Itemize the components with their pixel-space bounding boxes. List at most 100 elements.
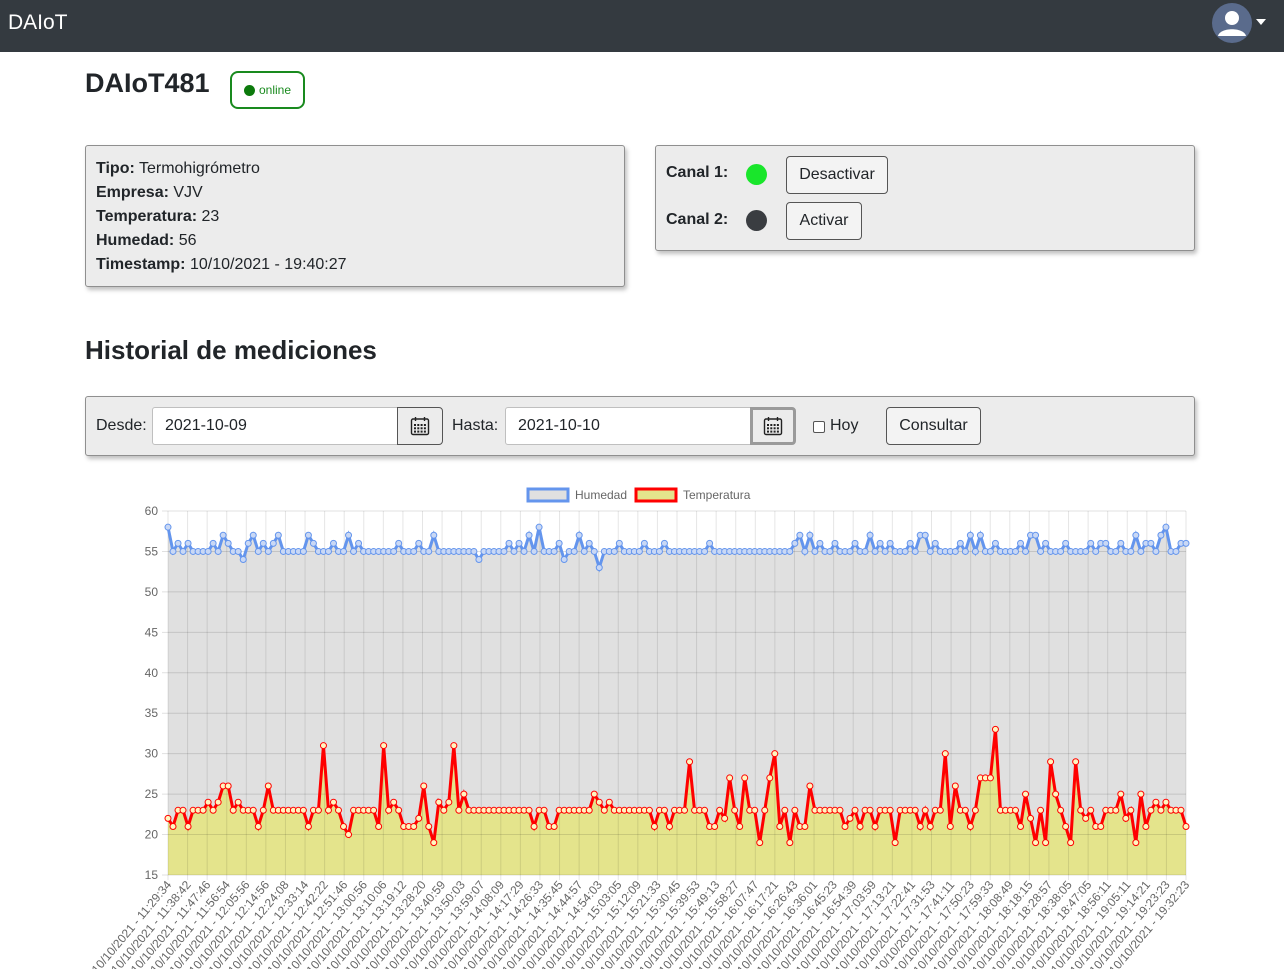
data-point <box>550 822 558 830</box>
data-point <box>1072 758 1080 766</box>
data-point <box>425 822 433 830</box>
data-point <box>1102 539 1110 547</box>
info-value: 23 <box>201 208 220 225</box>
data-point <box>600 806 608 814</box>
data-point <box>335 806 342 814</box>
data-point <box>1082 547 1090 555</box>
data-point <box>951 782 959 790</box>
data-point <box>385 806 393 814</box>
hoy-checkbox[interactable] <box>813 421 825 433</box>
data-point <box>1112 547 1120 555</box>
y-tick-label: 25 <box>145 787 159 801</box>
data-point <box>660 806 668 814</box>
data-point <box>635 547 643 555</box>
data-point <box>791 539 799 547</box>
data-point <box>209 539 217 547</box>
channel-1-toggle-button[interactable]: Desactivar <box>786 156 888 194</box>
data-point <box>1122 814 1130 822</box>
data-point <box>395 806 403 814</box>
data-point <box>911 806 919 814</box>
desde-calendar-button[interactable] <box>397 407 443 445</box>
data-point <box>184 539 192 547</box>
data-point <box>1062 822 1070 830</box>
data-point <box>846 547 854 555</box>
data-point <box>214 547 222 555</box>
data-point <box>1157 806 1165 814</box>
data-point <box>1127 547 1135 555</box>
channel-2-toggle-button[interactable]: Activar <box>786 202 862 240</box>
data-point <box>375 822 383 830</box>
data-point <box>590 547 598 555</box>
data-point <box>665 822 673 830</box>
data-point <box>956 539 964 547</box>
data-point <box>309 539 317 547</box>
data-point <box>686 758 694 766</box>
hasta-date-input[interactable] <box>505 407 751 445</box>
y-tick-label: 20 <box>145 828 159 842</box>
info-value: VJV <box>173 184 203 201</box>
data-point <box>806 531 814 539</box>
info-row: Humedad: 56 <box>96 229 614 253</box>
data-point <box>986 547 994 555</box>
legend-label-temperatura: Temperatura <box>683 488 751 502</box>
data-point <box>324 806 332 814</box>
data-point <box>731 806 739 814</box>
data-point <box>595 564 603 572</box>
data-point <box>991 539 999 547</box>
data-point <box>164 523 172 531</box>
data-point <box>856 822 864 830</box>
data-point <box>340 547 348 555</box>
data-point <box>701 806 709 814</box>
data-point <box>1067 839 1075 847</box>
hasta-calendar-button[interactable] <box>750 407 796 445</box>
info-row: Empresa: VJV <box>96 181 614 205</box>
data-point <box>590 790 598 798</box>
data-point <box>645 806 653 814</box>
data-point <box>1017 822 1025 830</box>
chevron-down-icon[interactable] <box>1256 19 1266 25</box>
data-point <box>1162 798 1170 806</box>
data-point <box>1147 539 1155 547</box>
data-point <box>1012 806 1019 814</box>
data-point <box>530 822 538 830</box>
data-point <box>254 547 262 555</box>
y-tick-label: 35 <box>145 706 159 720</box>
y-tick-label: 15 <box>145 868 159 882</box>
channel-1-status-led <box>746 164 767 185</box>
data-point <box>169 547 177 555</box>
data-point <box>906 539 914 547</box>
data-point <box>595 798 603 806</box>
data-point <box>1097 822 1105 830</box>
data-point <box>1052 790 1060 798</box>
data-point <box>640 539 648 547</box>
data-point <box>951 547 959 555</box>
date-filter-bar: Desde: Hasta: Hoy Consulta <box>85 396 1195 456</box>
data-point <box>535 523 543 531</box>
data-point <box>259 539 267 547</box>
data-point <box>751 806 759 814</box>
history-chart: 15 20 25 30 35 40 45 50 55 60 10/10/2021 - 11:29:3… <box>0 470 1284 969</box>
data-point <box>741 774 749 782</box>
app-brand[interactable]: DAIoT <box>8 11 68 35</box>
consultar-button[interactable]: Consultar <box>886 407 981 445</box>
desde-date-input[interactable] <box>152 407 398 445</box>
data-point <box>966 822 974 830</box>
data-point <box>766 774 774 782</box>
data-point <box>966 531 974 539</box>
data-point <box>1117 790 1125 798</box>
data-point <box>370 806 378 814</box>
data-point <box>249 806 257 814</box>
data-point <box>726 774 734 782</box>
data-point <box>204 547 212 555</box>
data-point <box>1132 531 1140 539</box>
data-point <box>585 806 593 814</box>
data-point <box>319 742 327 750</box>
hoy-label[interactable]: Hoy <box>830 417 858 435</box>
user-avatar-icon[interactable] <box>1212 3 1252 43</box>
data-point <box>199 806 207 814</box>
data-point <box>660 539 668 547</box>
legend-swatch-temperatura <box>634 487 678 503</box>
info-label: Tipo: <box>96 160 135 177</box>
data-point <box>1087 539 1095 547</box>
data-point <box>615 539 623 547</box>
